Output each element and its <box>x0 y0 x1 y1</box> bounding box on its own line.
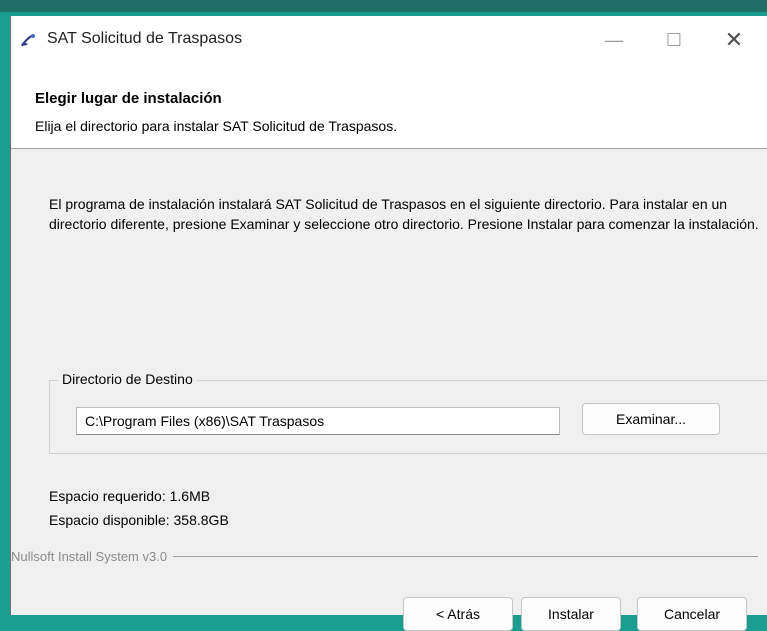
background-window-strip <box>0 0 767 12</box>
close-button[interactable]: ✕ <box>711 16 757 64</box>
install-button[interactable]: Instalar <box>521 597 621 631</box>
space-available-text: Espacio disponible: 358.8GB <box>49 512 229 528</box>
page-title: Elegir lugar de instalación <box>35 90 222 107</box>
branding-line: Nullsoft Install System v3.0 <box>11 546 758 566</box>
cancel-button[interactable]: Cancelar <box>637 597 747 631</box>
maximize-button[interactable]: ☐ <box>651 16 697 64</box>
instructions-text: El programa de instalación instalará SAT… <box>49 196 759 232</box>
window-title: SAT Solicitud de Traspasos <box>47 30 243 47</box>
page-header: Elegir lugar de instalación Elija el dir… <box>11 64 767 149</box>
destination-groupbox: Directorio de Destino Examinar... <box>49 371 767 454</box>
installer-app-icon <box>19 32 37 50</box>
destination-legend: Directorio de Destino <box>58 371 197 387</box>
space-required-text: Espacio requerido: 1.6MB <box>49 488 211 504</box>
nsis-branding-text: Nullsoft Install System v3.0 <box>11 548 168 564</box>
minimize-button[interactable]: — <box>591 16 637 64</box>
title-bar[interactable]: SAT Solicitud de Traspasos — ☐ ✕ <box>11 16 767 64</box>
installer-window: SAT Solicitud de Traspasos — ☐ ✕ Elegir … <box>10 16 767 631</box>
browse-button[interactable]: Examinar... <box>582 403 720 435</box>
back-button[interactable]: < Atrás <box>403 597 513 631</box>
branding-divider <box>173 555 758 557</box>
page-subtitle: Elija el directorio para instalar SAT So… <box>35 118 398 134</box>
destination-path-input[interactable] <box>76 407 560 435</box>
